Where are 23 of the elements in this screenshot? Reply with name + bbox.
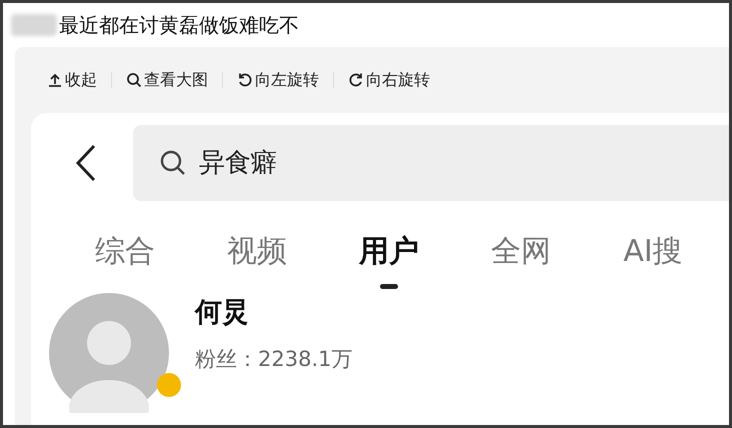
search-icon bbox=[126, 72, 142, 88]
tab[interactable]: 综合 bbox=[95, 229, 155, 274]
avatar-icon bbox=[49, 293, 169, 413]
post-text: 最近都在讨黄磊做饭难吃不 bbox=[59, 12, 299, 39]
rotate-left-icon bbox=[237, 72, 253, 88]
tab[interactable]: 用户 bbox=[359, 229, 419, 274]
toolbar-button[interactable]: 查看大图 bbox=[126, 68, 208, 92]
user-name: 何炅 bbox=[195, 296, 250, 330]
tab-indicator bbox=[380, 284, 398, 289]
toolbar-button[interactable]: 向右旋转 bbox=[348, 68, 430, 92]
tab[interactable]: 视频 bbox=[227, 229, 287, 274]
blurred-avatar bbox=[11, 14, 57, 36]
tab[interactable]: AI搜 bbox=[623, 229, 683, 274]
follower-count: 粉丝：2238.1万 bbox=[195, 346, 352, 372]
verified-badge bbox=[157, 373, 181, 397]
toolbar-button[interactable]: 收起 bbox=[47, 68, 97, 92]
upload-icon bbox=[47, 72, 63, 88]
search-field[interactable]: 异食癖 bbox=[133, 125, 729, 201]
search-icon bbox=[159, 149, 187, 177]
back-icon[interactable] bbox=[75, 144, 97, 182]
tab[interactable]: 全网 bbox=[491, 229, 551, 274]
toolbar-button[interactable]: 向左旋转 bbox=[237, 68, 319, 92]
rotate-right-icon bbox=[348, 72, 364, 88]
